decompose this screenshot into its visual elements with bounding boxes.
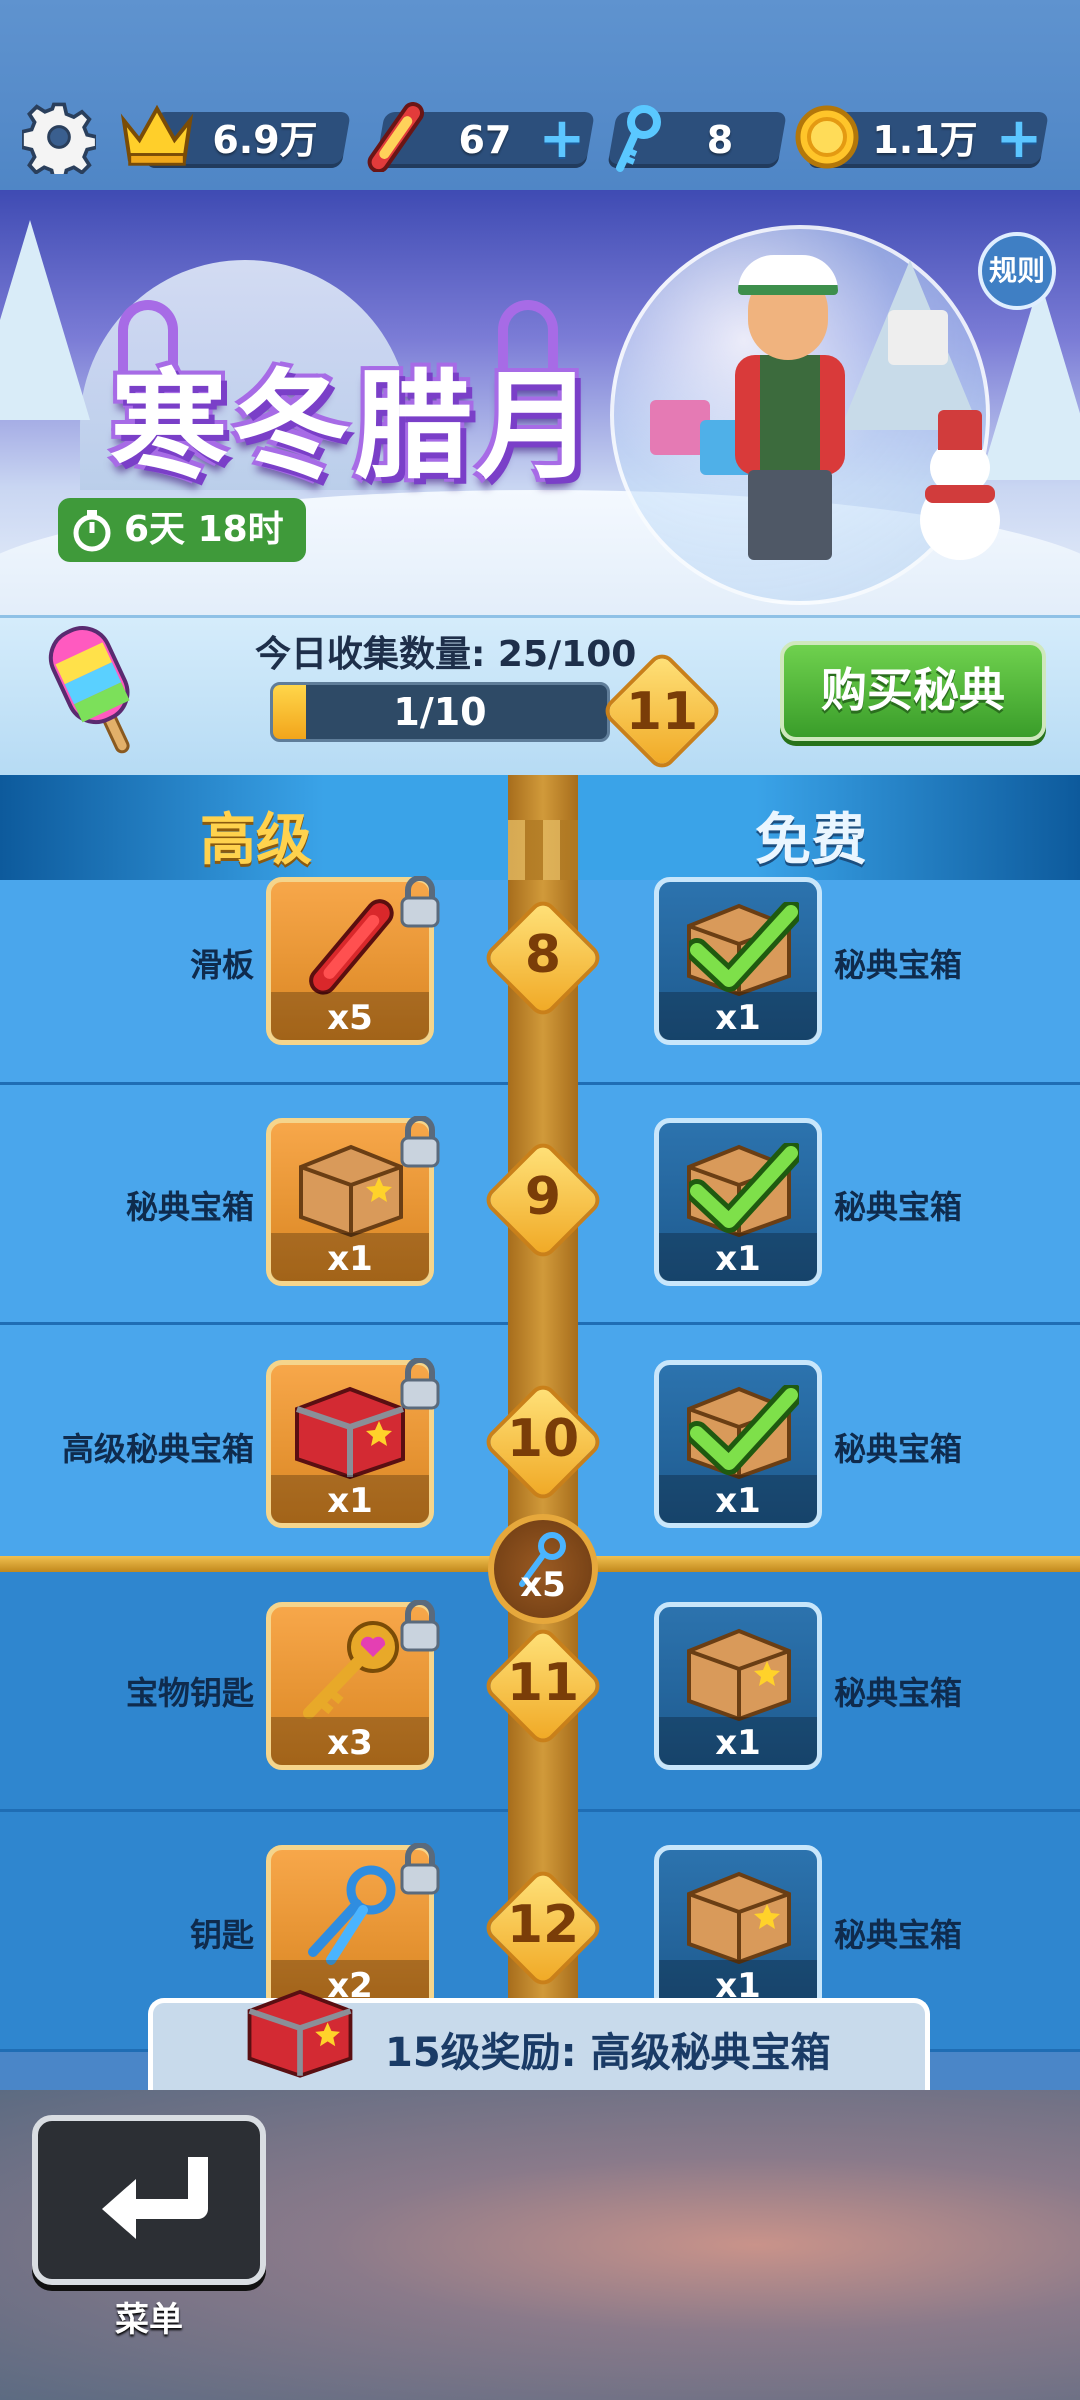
character-vest xyxy=(760,355,820,475)
timer-text: 6天 18时 xyxy=(124,509,284,550)
reward-qty: x1 xyxy=(327,1481,373,1521)
pine-tree-art xyxy=(980,280,1080,480)
premium-reward-label: 宝物钥匙 xyxy=(125,1674,254,1712)
milestone-qty: x5 xyxy=(520,1565,566,1605)
premium-reward-label: 钥匙 xyxy=(189,1916,254,1954)
premium-column-title: 高级 xyxy=(200,808,312,873)
free-reward-label: 秘典宝箱 xyxy=(834,1916,963,1954)
free-reward-card[interactable]: x1 xyxy=(654,1602,822,1770)
free-reward-label: 秘典宝箱 xyxy=(834,1674,963,1712)
level-progress-bar: 1/10 xyxy=(270,682,610,742)
popsicle-icon xyxy=(48,626,130,754)
keys-icon xyxy=(308,1865,396,1965)
level-number: 11 xyxy=(506,1653,580,1713)
reward-qty: x1 xyxy=(327,1239,373,1279)
settings-gear-icon[interactable] xyxy=(22,100,96,174)
reward-qty: x1 xyxy=(715,1723,761,1763)
level-number: 9 xyxy=(524,1167,562,1227)
free-reward-card[interactable]: x1 xyxy=(654,1360,822,1528)
free-reward-card[interactable]: x1 xyxy=(654,1118,822,1286)
snowman-scarf xyxy=(925,485,995,503)
crown-icon xyxy=(120,104,194,166)
character-hat xyxy=(738,255,838,295)
crate-icon xyxy=(687,1628,791,1721)
final-reward-text: 15级奖励: 高级秘典宝箱 xyxy=(385,2030,831,2076)
stopwatch-icon xyxy=(73,510,111,552)
key-icon xyxy=(616,105,661,172)
buy-pass-button[interactable]: 购买秘典 xyxy=(780,641,1046,741)
lock-icon xyxy=(400,1843,440,1895)
premium-reward-label: 秘典宝箱 xyxy=(125,1188,254,1226)
level-number: 12 xyxy=(506,1895,580,1955)
free-reward-card[interactable]: x1 xyxy=(654,877,822,1045)
lock-icon xyxy=(400,1600,440,1652)
premium-reward-label: 高级秘典宝箱 xyxy=(61,1430,254,1468)
reward-qty: x1 xyxy=(715,998,761,1038)
keys-value: 8 xyxy=(706,118,734,162)
claimed-check-icon xyxy=(689,902,799,992)
crowns-value: 6.9万 xyxy=(212,118,318,162)
snowman-hat xyxy=(938,410,982,450)
free-reward-label: 秘典宝箱 xyxy=(834,1430,963,1468)
daily-collection-label: 今日收集数量: 25/100 xyxy=(255,634,637,675)
free-reward-card[interactable]: x1 xyxy=(654,1845,822,2013)
buy-coins-button[interactable]: + xyxy=(995,111,1043,167)
red-chest-icon xyxy=(295,1386,405,1480)
free-reward-label: 秘典宝箱 xyxy=(834,1188,963,1226)
golden-key-icon xyxy=(303,1621,399,1719)
character-legs xyxy=(748,470,832,560)
coins-value: 1.1万 xyxy=(872,118,978,162)
crate-icon xyxy=(687,1871,791,1964)
red-chest-icon xyxy=(247,1989,353,2078)
coin-icon xyxy=(795,105,859,169)
next-level-number: 11 xyxy=(625,682,699,742)
buy-boards-button[interactable]: + xyxy=(538,111,586,167)
claimed-check-icon xyxy=(689,1143,799,1233)
crate-icon xyxy=(299,1144,403,1237)
lock-icon xyxy=(400,1358,440,1410)
menu-back-button[interactable] xyxy=(32,2115,266,2285)
lock-icon xyxy=(400,876,440,928)
level-progress-text: 1/10 xyxy=(393,690,487,734)
boards-value: 67 xyxy=(458,118,512,162)
return-arrow-icon xyxy=(102,2157,208,2239)
menu-label: 菜单 xyxy=(115,2300,183,2340)
reward-qty: x1 xyxy=(715,1239,761,1279)
free-column-title: 免费 xyxy=(755,808,867,873)
reward-qty: x3 xyxy=(327,1723,373,1763)
lock-icon xyxy=(400,1116,440,1168)
level-number: 10 xyxy=(506,1409,580,1469)
rules-button[interactable]: 规则 xyxy=(978,232,1056,310)
reward-qty: x1 xyxy=(715,1481,761,1521)
spine-checker-art xyxy=(508,820,578,880)
level-number: 8 xyxy=(524,925,562,985)
pine-tree-art xyxy=(0,220,90,420)
free-reward-label: 秘典宝箱 xyxy=(834,946,963,984)
event-title: 寒冬腊月 xyxy=(110,357,599,495)
event-timer: 6天 18时 xyxy=(58,498,306,562)
gift-art xyxy=(888,310,948,365)
premium-reward-label: 滑板 xyxy=(189,946,254,984)
reward-qty: x5 xyxy=(327,998,373,1038)
hoverboard-icon xyxy=(309,899,394,995)
claimed-check-icon xyxy=(689,1385,799,1475)
